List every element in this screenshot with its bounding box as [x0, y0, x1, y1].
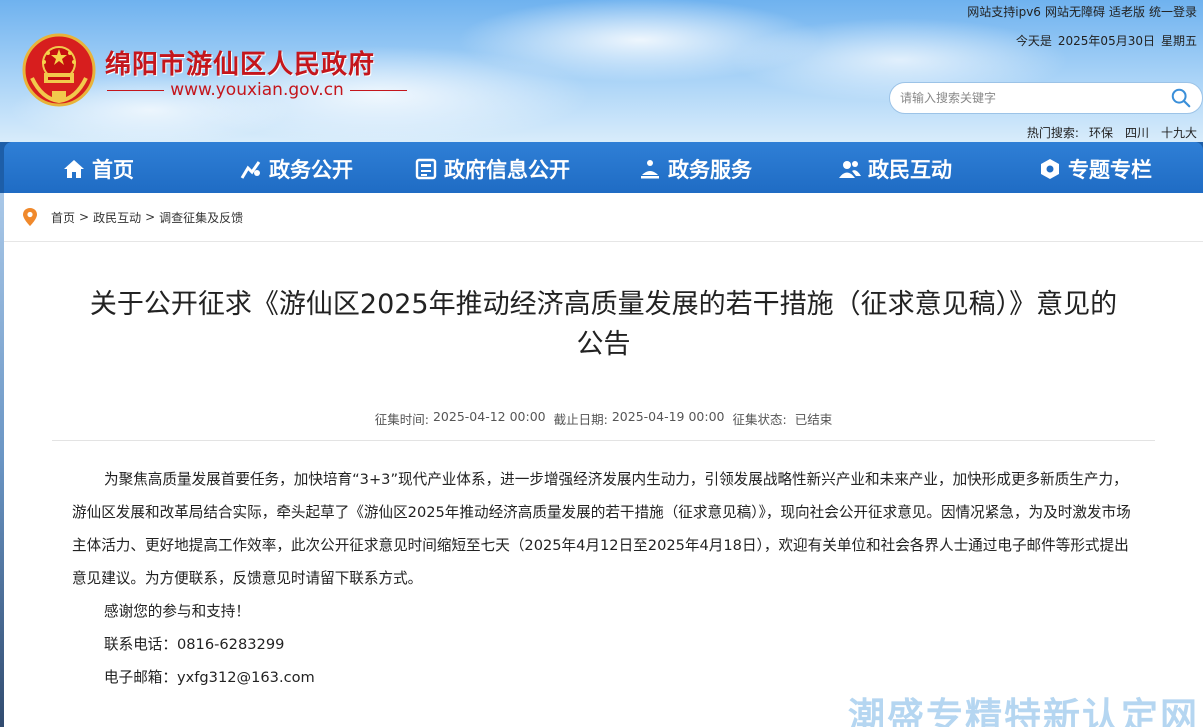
article-meta: 征集时间: 2025-04-12 00:00 截止日期: 2025-04-19 … — [56, 409, 1151, 428]
nav-label: 政务公开 — [269, 158, 353, 182]
divider — [107, 89, 165, 91]
date-line: 今天是 2025年05月30日 星期五 — [1016, 32, 1197, 49]
watermark: 潮盛专精特新认定网 — [848, 695, 1199, 727]
breadcrumb: 首页 > 政民互动 > 调查征集及反馈 — [21, 207, 243, 227]
home-icon — [64, 160, 84, 178]
site-header: 绵阳市游仙区人民政府 www.youxian.gov.cn 网站支持ipv6 网… — [0, 0, 1203, 142]
divider — [349, 89, 408, 91]
site-url[interactable]: www.youxian.gov.cn — [170, 80, 344, 100]
current-date: 2025年05月30日 — [1057, 34, 1155, 48]
end-time: 2025-04-19 00:00 — [611, 409, 725, 424]
status-label: 征集状态: — [732, 412, 787, 427]
date-prefix: 今天是 — [1015, 34, 1052, 48]
email-label: 电子邮箱： — [104, 669, 177, 686]
nav-label: 政务服务 — [668, 158, 752, 182]
chart-icon — [240, 161, 261, 179]
status-value: 已结束 — [794, 412, 833, 427]
hot-search-label: 热门搜索: — [1026, 126, 1079, 140]
article-body: 为聚焦高质量发展首要任务，加快培育“3+3”现代产业体系，进一步增强经济发展内生… — [72, 463, 1138, 694]
nav-label: 政民互动 — [868, 158, 952, 182]
search-icon[interactable] — [1170, 87, 1192, 109]
breadcrumb-separator: > — [79, 210, 90, 224]
nav-gov-info-open[interactable]: 政府信息公开 — [414, 154, 570, 184]
breadcrumb-separator: > — [145, 210, 156, 224]
hot-search: 热门搜索: 环保 四川 十九大 — [1027, 124, 1197, 141]
divider — [4, 241, 1203, 242]
ipv6-link[interactable]: 网站支持ipv6 — [967, 3, 1041, 20]
nav-label: 首页 — [92, 158, 134, 182]
content-panel: 首页 > 政民互动 > 调查征集及反馈 关于公开征求《游仙区2025年推动经济高… — [4, 193, 1203, 727]
site-url-row: www.youxian.gov.cn — [107, 80, 408, 100]
users-icon — [839, 161, 861, 178]
article-title-line1: 关于公开征求《游仙区2025年推动经济高质量发展的若干措施（征求意见稿）》意见的 — [89, 289, 1118, 320]
topic-icon — [1041, 159, 1059, 179]
search-input[interactable] — [900, 91, 1170, 105]
article-title-line2: 公告 — [576, 329, 631, 360]
document-icon — [415, 158, 437, 180]
service-icon — [641, 160, 659, 179]
article-paragraph: 为聚焦高质量发展首要任务，加快培育“3+3”现代产业体系，进一步增强经济发展内生… — [72, 471, 1131, 587]
location-pin-icon — [23, 208, 37, 226]
national-emblem-icon — [22, 33, 96, 107]
nav-label: 专题专栏 — [1068, 158, 1152, 182]
start-time: 2025-04-12 00:00 — [432, 409, 546, 424]
start-label: 征集时间: — [374, 412, 429, 427]
top-links: 网站支持ipv6 网站无障碍 适老版 统一登录 — [967, 3, 1197, 20]
end-label: 截止日期: — [553, 412, 608, 427]
article-title: 关于公开征求《游仙区2025年推动经济高质量发展的若干措施（征求意见稿）》意见的… — [56, 285, 1151, 365]
nav-gov-affairs-open[interactable]: 政务公开 — [239, 154, 353, 184]
unified-login-link[interactable]: 统一登录 — [1149, 3, 1197, 20]
site-title[interactable]: 绵阳市游仙区人民政府 — [105, 44, 375, 81]
weekday: 星期五 — [1160, 34, 1197, 48]
breadcrumb-interaction[interactable]: 政民互动 — [93, 209, 141, 226]
hot-word[interactable]: 十九大 — [1161, 124, 1197, 141]
phone-label: 联系电话： — [104, 636, 177, 653]
breadcrumb-survey[interactable]: 调查征集及反馈 — [159, 209, 243, 226]
thanks-text: 感谢您的参与和支持！ — [104, 603, 250, 620]
nav-special-topics[interactable]: 专题专栏 — [1038, 154, 1152, 184]
nav-gov-services[interactable]: 政务服务 — [638, 154, 752, 184]
contact-phone: 联系电话：0816-6283299 — [72, 628, 1138, 661]
divider — [52, 440, 1155, 441]
search-box — [889, 82, 1203, 114]
breadcrumb-home[interactable]: 首页 — [51, 209, 75, 226]
accessibility-link[interactable]: 网站无障碍 — [1045, 3, 1105, 20]
main-nav: 首页 政务公开 政府信息公开 政务服务 政民互动 专题专栏 — [4, 142, 1203, 193]
nav-home[interactable]: 首页 — [62, 154, 134, 184]
phone-number: 0816-6283299 — [176, 636, 285, 653]
email-address[interactable]: yxfg312@163.com — [177, 669, 315, 686]
elderly-version-link[interactable]: 适老版 — [1109, 3, 1145, 20]
hot-word[interactable]: 四川 — [1125, 124, 1149, 141]
hot-word[interactable]: 环保 — [1089, 124, 1113, 141]
nav-label: 政府信息公开 — [444, 158, 570, 182]
nav-public-interaction[interactable]: 政民互动 — [838, 154, 952, 184]
